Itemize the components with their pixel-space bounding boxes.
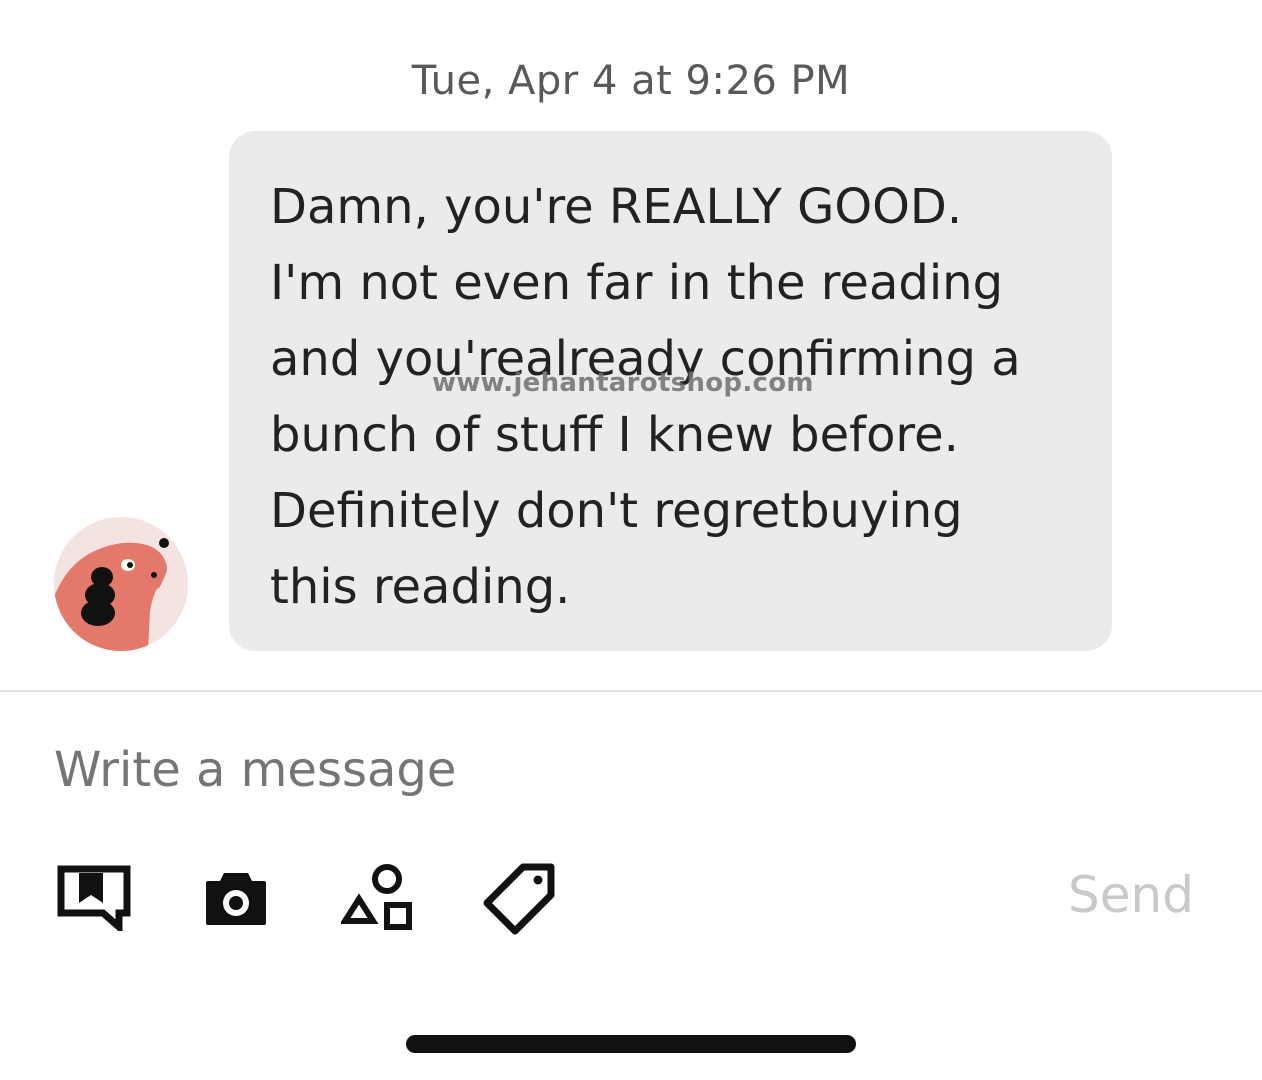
send-button[interactable]: Send [1068,866,1194,924]
shapes-icon[interactable] [338,858,418,938]
home-indicator[interactable] [406,1035,856,1053]
message-timestamp: Tue, Apr 4 at 9:26 PM [411,58,851,104]
dog-avatar-icon[interactable] [54,517,188,651]
composer-divider [0,690,1262,692]
conversation-screen: Tue, Apr 4 at 9:26 PM Damn, you're REALL… [0,0,1262,1080]
order-receipt-icon[interactable] [54,858,134,938]
message-input[interactable] [54,735,1034,805]
camera-icon[interactable] [196,858,276,938]
watermark-text: www.jehantarotshop.com [432,368,814,398]
tag-icon[interactable] [480,858,560,938]
